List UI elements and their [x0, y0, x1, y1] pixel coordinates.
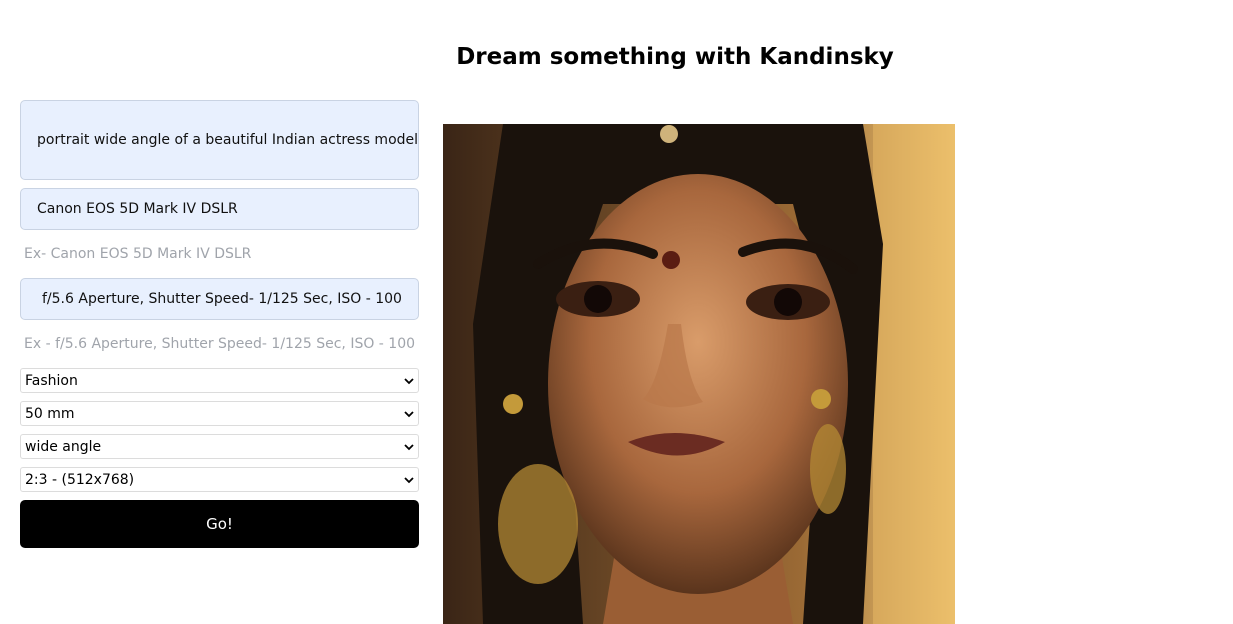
chevron-down-icon — [404, 476, 414, 483]
portrait-image — [443, 124, 955, 624]
camera-settings-input[interactable]: f/5.6 Aperture, Shutter Speed- 1/125 Sec… — [20, 278, 419, 320]
chevron-down-icon — [404, 410, 414, 417]
camera-input[interactable]: Canon EOS 5D Mark IV DSLR — [20, 188, 419, 230]
aspect-ratio-select-value: 2:3 - (512x768) — [25, 471, 135, 488]
angle-select[interactable]: wide angle — [20, 434, 419, 459]
lens-select-value: 50 mm — [25, 405, 75, 422]
app-page: Dream something with Kandinsky portrait … — [0, 0, 1233, 624]
style-select-value: Fashion — [25, 372, 78, 389]
camera-hint: Ex- Canon EOS 5D Mark IV DSLR — [24, 246, 252, 262]
chevron-down-icon — [404, 443, 414, 450]
generated-image — [443, 124, 955, 624]
go-button[interactable]: Go! — [20, 500, 419, 548]
lens-select[interactable]: 50 mm — [20, 401, 419, 426]
page-title: Dream something with Kandinsky — [456, 44, 894, 70]
generation-form: portrait wide angle of a beautiful India… — [20, 100, 419, 548]
prompt-input[interactable]: portrait wide angle of a beautiful India… — [20, 100, 419, 180]
chevron-down-icon — [404, 377, 414, 384]
aspect-ratio-select[interactable]: 2:3 - (512x768) — [20, 467, 419, 492]
camera-settings-hint: Ex - f/5.6 Aperture, Shutter Speed- 1/12… — [24, 336, 416, 352]
angle-select-value: wide angle — [25, 438, 102, 455]
style-select[interactable]: Fashion — [20, 368, 419, 393]
